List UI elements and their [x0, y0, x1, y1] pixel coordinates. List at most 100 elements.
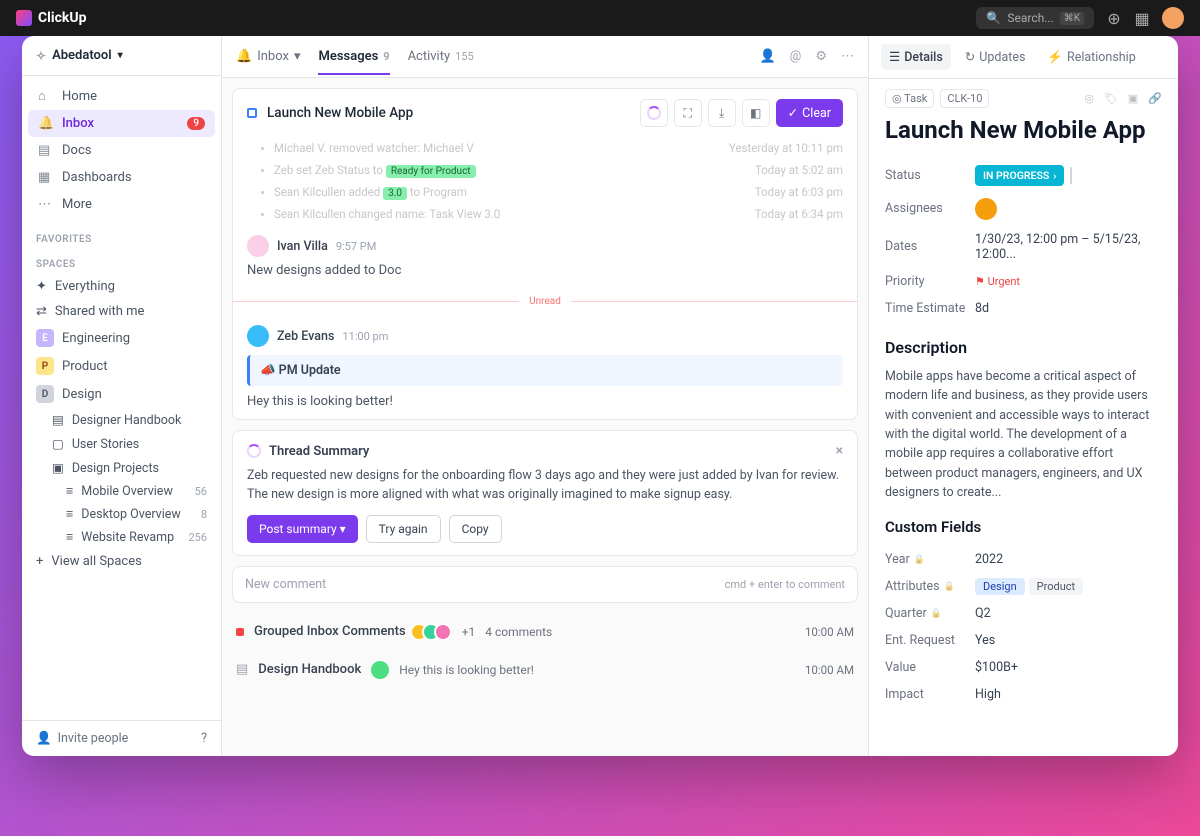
overflow-count: +1: [462, 625, 476, 639]
person-icon[interactable]: 👤: [759, 49, 775, 64]
clear-button[interactable]: ✓Clear: [776, 99, 843, 127]
row-preview: Hey this is looking better!: [399, 663, 534, 677]
details-tab-updates[interactable]: ↻Updates: [957, 44, 1034, 70]
cf-value[interactable]: $100B+: [975, 660, 1018, 675]
item-label: Designer Handbook: [72, 413, 182, 428]
more-icon[interactable]: ⋯: [841, 49, 854, 64]
chevron-down-icon: ▾: [294, 49, 301, 64]
global-search[interactable]: 🔍 Search... ⌘K: [976, 7, 1094, 29]
invite-people[interactable]: 👤Invite people: [36, 731, 128, 746]
time-value[interactable]: 8d: [975, 301, 1162, 316]
tab-label: Messages: [318, 49, 378, 64]
user-avatar[interactable]: [1162, 7, 1184, 29]
complete-checkbox[interactable]: [1070, 167, 1072, 184]
chip[interactable]: Product: [1029, 578, 1083, 595]
cf-label: Value: [885, 660, 916, 675]
post-summary-button[interactable]: Post summary ▾: [247, 515, 358, 543]
cf-value[interactable]: High: [975, 687, 1001, 702]
crumb-id[interactable]: CLK-10: [940, 89, 989, 108]
nav-dashboards[interactable]: ▦Dashboards: [28, 164, 215, 191]
sidebar-item-stories[interactable]: ▢User Stories: [22, 432, 221, 456]
status-chip[interactable]: IN PROGRESS›: [975, 165, 1064, 186]
download-icon[interactable]: ⤓: [708, 99, 736, 127]
chip[interactable]: Design: [975, 578, 1025, 595]
activity-time: Today at 6:03 pm: [755, 185, 843, 199]
details-tab-details[interactable]: ☰Details: [881, 44, 951, 70]
comment-time: 9:57 PM: [336, 240, 376, 253]
cf-label: Impact: [885, 687, 924, 702]
link-icon[interactable]: 🔗: [1148, 92, 1162, 105]
dashboards-icon: ▦: [38, 170, 52, 185]
tab-count: 155: [455, 50, 474, 63]
handbook-row[interactable]: ▤ Design Handbook Hey this is looking be…: [232, 651, 858, 689]
callout: 📣 PM Update: [247, 355, 843, 386]
sidebar-item-projects[interactable]: ▣Design Projects: [22, 456, 221, 480]
space-product[interactable]: PProduct: [22, 352, 221, 380]
custom-fields-heading: Custom Fields: [885, 518, 1162, 536]
tab-activity[interactable]: Activity155: [408, 38, 474, 75]
list-icon: ≡: [66, 507, 73, 522]
details-tab-relationship[interactable]: ⚡Relationship: [1039, 45, 1143, 70]
cf-label: Year: [885, 552, 910, 567]
list-icon: ≡: [66, 530, 73, 545]
add-icon[interactable]: ⊕: [1106, 10, 1122, 26]
image-icon[interactable]: ▣: [1128, 92, 1138, 105]
description-body[interactable]: Mobile apps have become a critical aspec…: [885, 367, 1162, 503]
sidebar-item-mobile[interactable]: ≡Mobile Overview56: [22, 480, 221, 503]
sidebar-item-desktop[interactable]: ≡Desktop Overview8: [22, 503, 221, 526]
nav-home[interactable]: ⌂Home: [28, 82, 215, 110]
tab-label: Updates: [979, 50, 1025, 65]
space-engineering[interactable]: EEngineering: [22, 324, 221, 352]
search-placeholder: Search...: [1007, 11, 1053, 25]
new-comment-input[interactable]: New comment cmd + enter to comment: [232, 566, 858, 603]
gear-icon: ✧: [36, 49, 46, 63]
comment-author: Zeb Evans: [277, 329, 334, 344]
details-panel: ☰Details ↻Updates ⚡Relationship ◎ Task C…: [868, 36, 1178, 756]
copy-button[interactable]: Copy: [449, 515, 502, 543]
expand-icon[interactable]: ⛶: [674, 99, 702, 127]
thread-title[interactable]: Launch New Mobile App: [267, 105, 630, 121]
crumb-type[interactable]: ◎ Task: [885, 89, 934, 108]
activity-time: Today at 6:34 pm: [755, 207, 843, 221]
mention-icon[interactable]: @: [790, 49, 802, 64]
nav-inbox[interactable]: 🔔Inbox9: [28, 110, 215, 137]
avatar: [247, 325, 269, 347]
cf-value[interactable]: 2022: [975, 552, 1003, 567]
grouped-inbox-row[interactable]: Grouped Inbox Comments +1 4 comments 10:…: [232, 613, 858, 651]
dates-value[interactable]: 1/30/23, 12:00 pm – 5/15/23, 12:00...: [975, 232, 1162, 262]
space-everything[interactable]: ✦Everything: [22, 274, 221, 299]
view-all-spaces[interactable]: +View all Spaces: [22, 549, 221, 574]
nav-docs[interactable]: ▤Docs: [28, 137, 215, 164]
tab-inbox-dropdown[interactable]: 🔔Inbox▾: [236, 38, 300, 75]
cf-value[interactable]: Q2: [975, 606, 991, 621]
comment-body: Hey this is looking better!: [247, 394, 843, 409]
item-label: Design Projects: [72, 461, 159, 476]
cf-value[interactable]: Yes: [975, 633, 995, 648]
avatar: [371, 661, 389, 679]
workspace-switcher[interactable]: ✧ Abedatool ▾: [22, 36, 221, 76]
task-title[interactable]: Launch New Mobile App: [869, 108, 1178, 159]
nav-more[interactable]: ⋯More: [28, 191, 215, 218]
sidebar-item-website[interactable]: ≡Website Revamp256: [22, 526, 221, 549]
tag-icon[interactable]: 🏷: [1104, 92, 1118, 105]
apps-icon[interactable]: ▦: [1134, 10, 1150, 26]
panel-icon[interactable]: ◧: [742, 99, 770, 127]
sidebar-item-handbook[interactable]: ▤Designer Handbook: [22, 408, 221, 432]
priority-flag[interactable]: ⚑ Urgent: [975, 275, 1020, 288]
assignee-avatar[interactable]: [975, 198, 997, 220]
activity-row: Sean Kilcullen added 3.0 to ProgramToday…: [233, 181, 857, 203]
ai-icon[interactable]: [640, 99, 668, 127]
tab-messages[interactable]: Messages9: [318, 38, 389, 75]
nav-label: More: [62, 197, 92, 212]
row-time: 10:00 AM: [805, 625, 854, 639]
space-design[interactable]: DDesign: [22, 380, 221, 408]
close-icon[interactable]: ×: [836, 443, 843, 459]
target-icon[interactable]: ◎: [1084, 92, 1094, 105]
help-icon[interactable]: ?: [201, 731, 207, 746]
inbox-badge: 9: [187, 117, 205, 130]
space-shared[interactable]: ⇄Shared with me: [22, 299, 221, 324]
try-again-button[interactable]: Try again: [366, 515, 441, 543]
task-icon: ◎: [892, 92, 902, 105]
filter-icon[interactable]: ⚙: [815, 49, 827, 64]
comment: Zeb Evans11:00 pm 📣 PM Update Hey this i…: [233, 315, 857, 419]
